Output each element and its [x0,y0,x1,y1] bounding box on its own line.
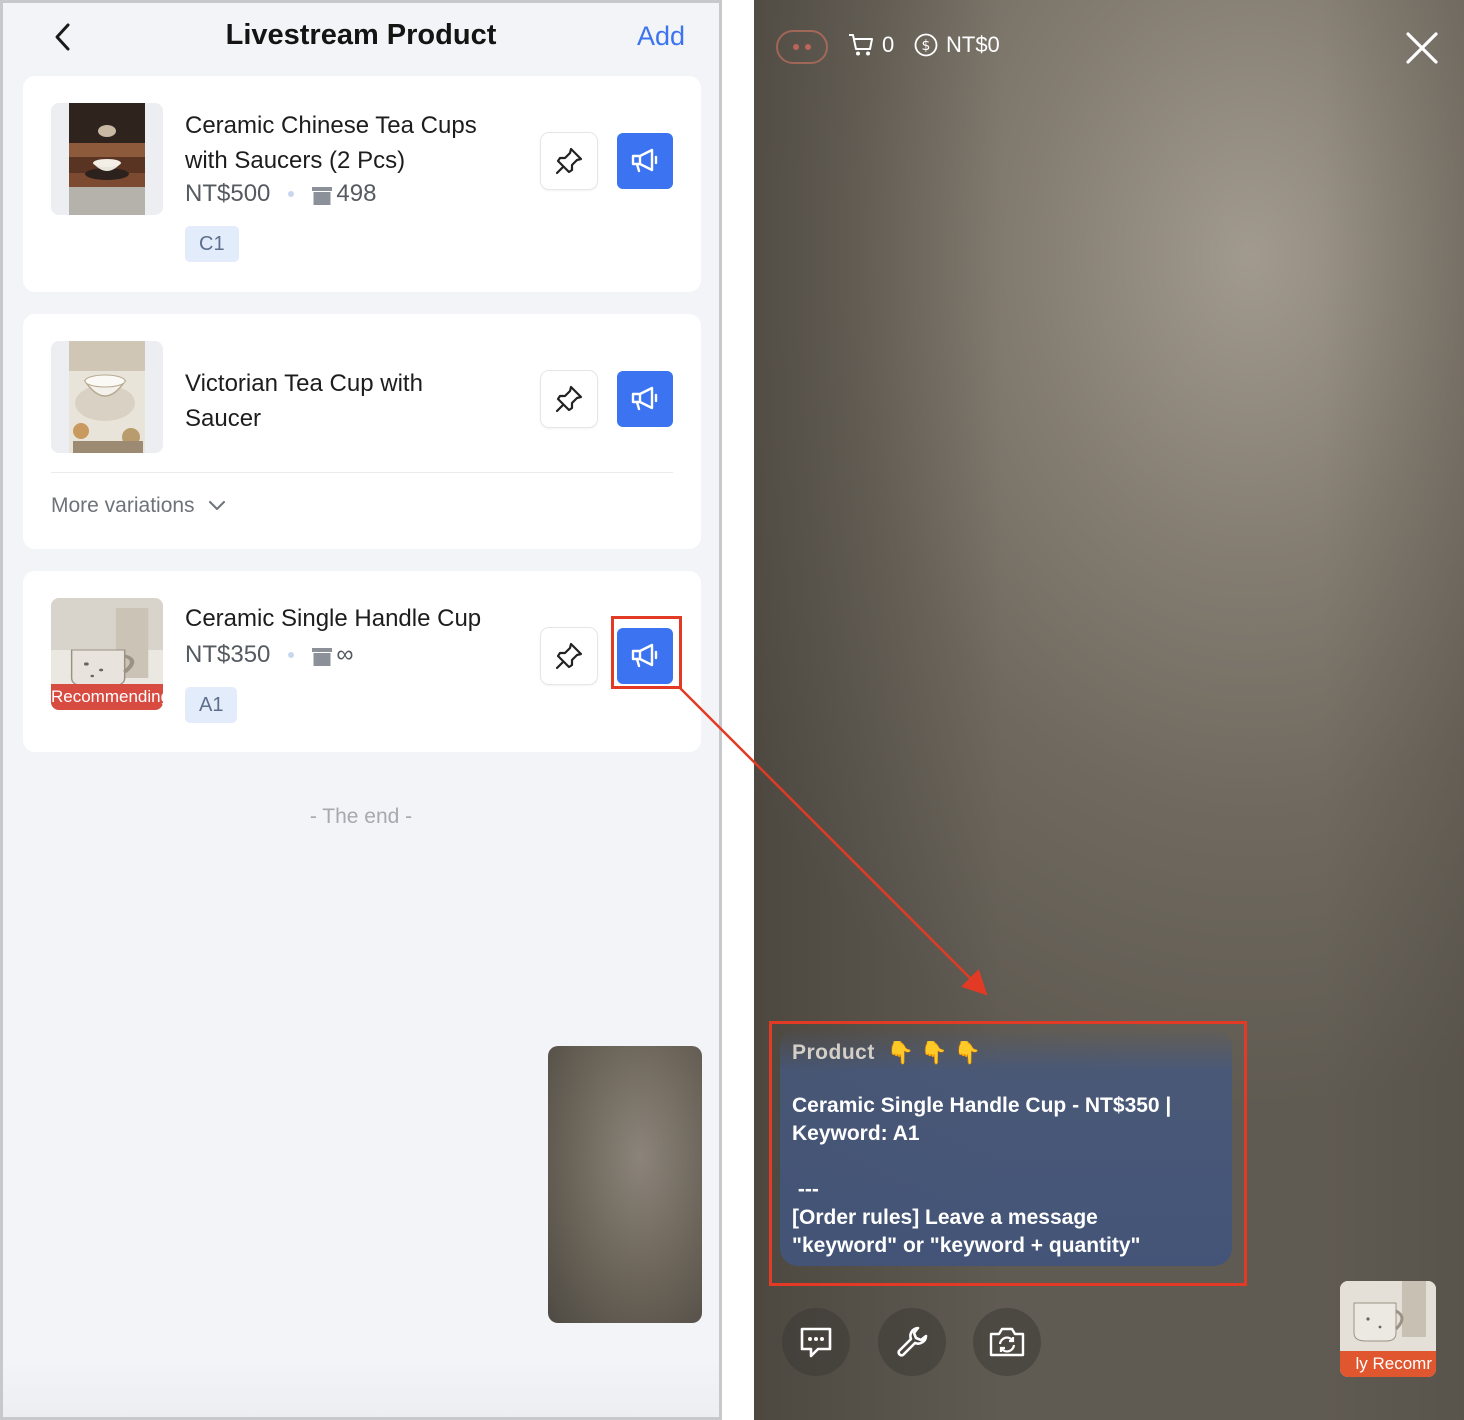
announce-button[interactable] [617,133,673,189]
cart-count-value: 0 [882,32,895,57]
product-name: Victorian Tea Cup with Saucer [185,370,423,432]
revenue: $ NT$0 [914,32,1000,58]
dollar-icon: $ [914,33,938,57]
product-thumbnail [51,341,163,453]
bottom-fade [3,1357,719,1417]
megaphone-icon [631,386,658,411]
flip-camera-button[interactable] [973,1308,1041,1376]
wrench-icon [897,1326,928,1357]
camera-flip-icon [989,1327,1025,1357]
message-body: Ceramic Single Handle Cup - NT$350 | Key… [792,1094,1172,1257]
close-button[interactable] [1402,28,1442,68]
inventory-icon [312,648,333,666]
more-variations-label: More variations [51,494,195,517]
cart-icon [849,34,873,56]
keyword-badge: C1 [185,226,239,262]
revenue-value: NT$0 [946,32,1000,57]
live-indicator [776,30,828,64]
svg-text:$: $ [922,38,931,54]
recommended-product-thumbnail[interactable]: ly Recomr [1340,1281,1436,1377]
more-variations-toggle[interactable]: More variations [51,494,225,518]
inventory-icon [312,187,333,205]
floating-video-preview[interactable] [548,1046,702,1323]
pin-button[interactable] [540,627,598,685]
product-meta: NT$500 498 [185,180,376,208]
pin-icon [555,642,583,670]
product-card: Victorian Tea Cup with Saucer More varia… [23,314,701,549]
announce-button[interactable] [617,628,673,684]
product-stock: 498 [336,180,377,207]
add-product-link[interactable]: Add [637,21,685,52]
victorian-cup-image [69,341,145,453]
announce-button[interactable] [617,371,673,427]
cart-count: 0 [848,32,894,58]
pin-icon [555,385,583,413]
handle-cup-image [1340,1281,1436,1351]
product-card: Ceramic Chinese Tea Cups with Saucers (2… [23,76,701,292]
pinned-product-message: Product 👇👇👇 Ceramic Single Handle Cup - … [780,1028,1232,1266]
product-list-panel: Livestream Product Add Ceramic Chinese T… [0,0,722,1420]
chevron-left-icon [55,23,70,51]
product-name: Ceramic Chinese Tea Cups with Saucers (2… [185,112,477,174]
back-button[interactable] [43,17,83,57]
pin-button[interactable] [540,132,598,190]
pin-icon [555,147,583,175]
tea-cups-image [69,103,145,215]
tools-button[interactable] [878,1308,946,1376]
product-thumbnail [51,103,163,215]
message-author-name: Product [792,1041,875,1064]
top-bar: Livestream Product Add [3,3,719,75]
product-name: Ceramic Single Handle Cup [185,605,482,632]
recommending-ribbon: Recommending [51,684,163,710]
pointing-down-emojis: 👇👇👇 [886,1040,988,1065]
product-stock: ∞ [336,641,354,668]
comment-button[interactable] [782,1308,850,1376]
pin-button[interactable] [540,370,598,428]
chevron-down-icon [208,501,225,510]
separator-dot [288,191,295,197]
product-card: Recommending Ceramic Single Handle Cup N… [23,571,701,752]
keyword-badge: A1 [185,687,238,723]
livestream-view: 0 $ NT$0 Product 👇👇👇 Ceramic Single Hand… [754,0,1464,1420]
megaphone-icon [631,148,658,173]
product-meta: NT$350 ∞ [185,641,354,669]
page-title: Livestream Product [225,19,497,51]
message-author: Product 👇👇👇 [792,1040,1220,1066]
recommending-strip: ly Recomr [1340,1351,1436,1377]
product-thumbnail: Recommending [51,598,163,710]
megaphone-icon [631,643,658,668]
separator-dot [288,652,295,658]
chat-icon [800,1327,832,1358]
list-end-text: - The end - [309,805,413,828]
divider [51,472,673,473]
product-price: NT$350 [185,641,271,668]
close-icon [1406,32,1438,64]
product-price: NT$500 [185,180,271,207]
